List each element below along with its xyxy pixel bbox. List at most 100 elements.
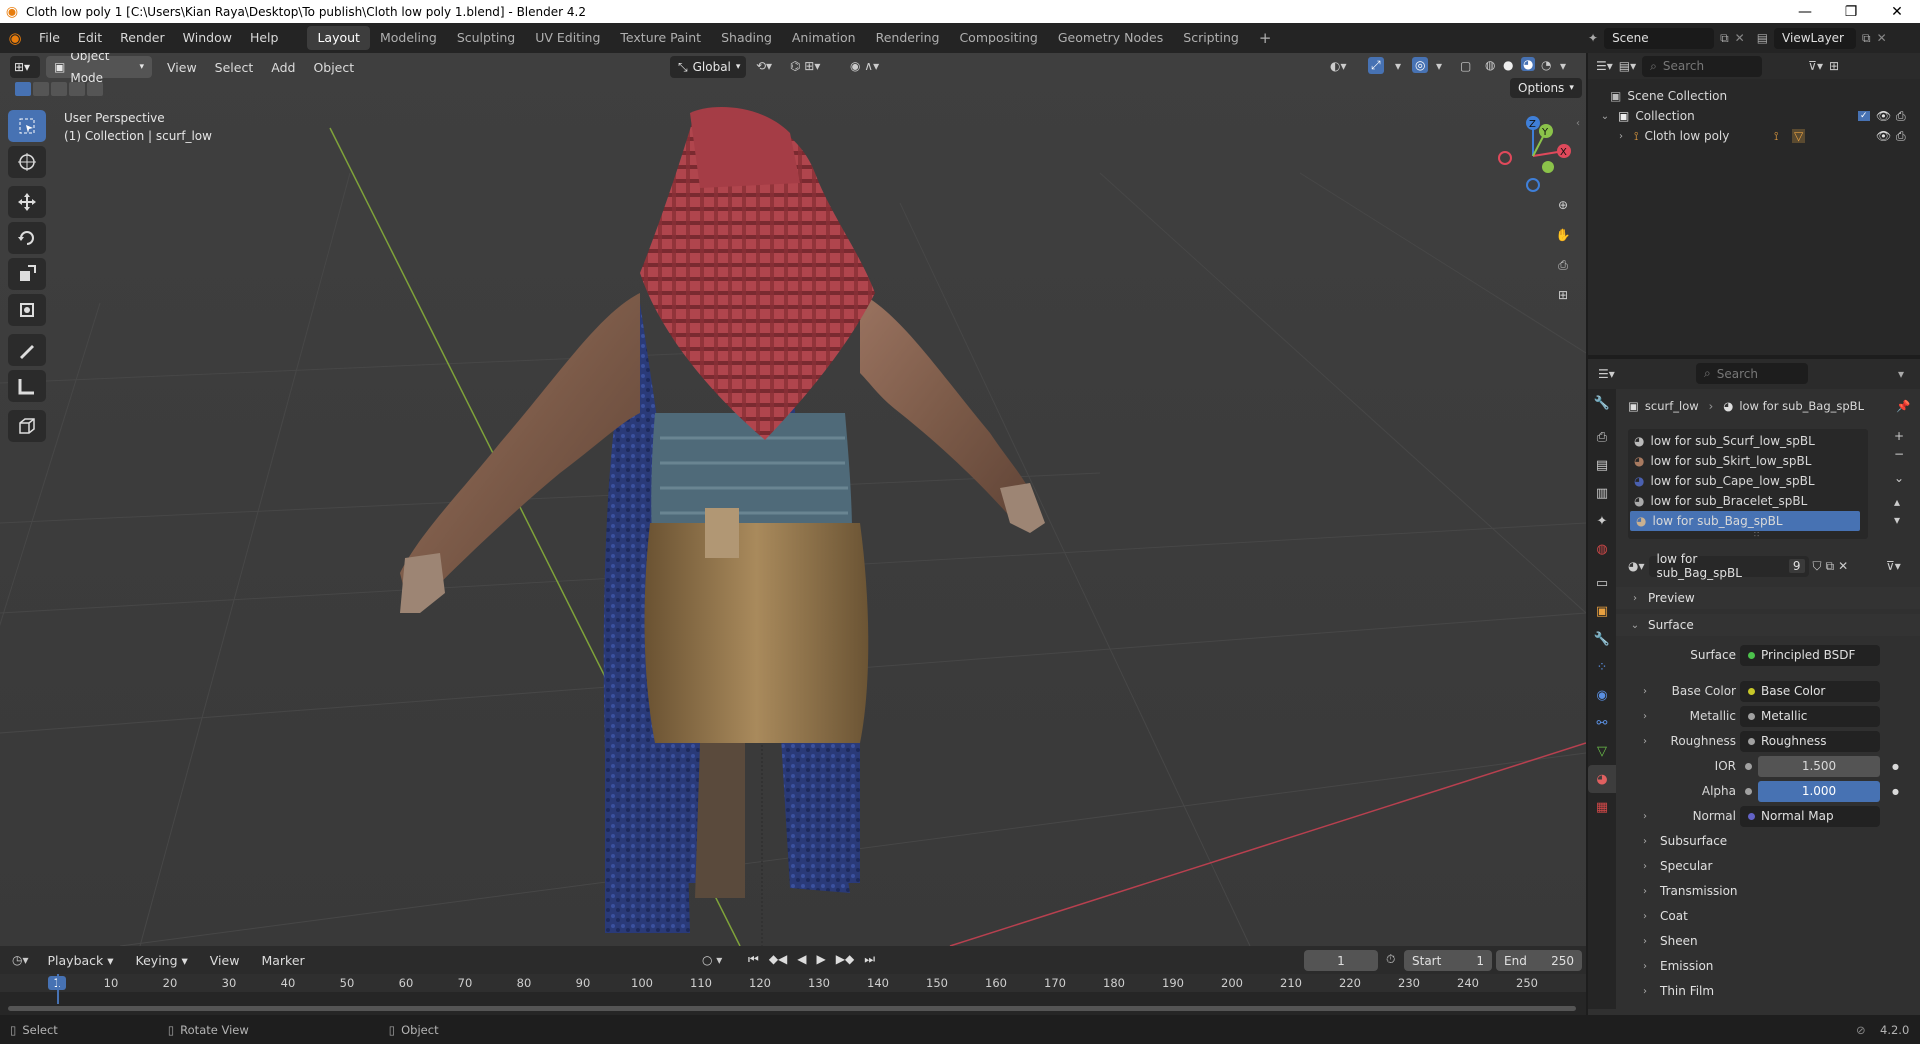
tab-scripting[interactable]: Scripting (1173, 26, 1249, 50)
jump-end-icon[interactable]: ⏭ (864, 952, 875, 967)
play-icon[interactable]: ▶ (817, 952, 826, 967)
chevron-right-icon[interactable]: › (1638, 811, 1652, 822)
tab-animation[interactable]: Animation (782, 26, 866, 50)
keyframe-dot-icon[interactable]: ● (1892, 762, 1899, 771)
tab-shading[interactable]: Shading (711, 26, 782, 50)
annotate-tool-icon[interactable] (8, 334, 46, 366)
cursor-tool-icon[interactable] (8, 146, 46, 178)
material-name-field[interactable]: low for sub_Bag_spBL 9 (1648, 552, 1809, 580)
menu-render[interactable]: Render (111, 26, 174, 50)
current-frame-field[interactable]: 1 (1304, 950, 1378, 971)
thin-film-subpanel[interactable]: › Thin Film (1588, 980, 1920, 1002)
gizmo-toggle-icon[interactable]: ⤢ (1368, 57, 1384, 74)
move-slot-up-icon[interactable]: ▴ (1894, 495, 1904, 509)
material-slot[interactable]: ◕ low for sub_Bracelet_spBL (1628, 491, 1868, 511)
chevron-right-icon[interactable]: › (1638, 711, 1652, 722)
transform-tool-icon[interactable] (8, 294, 46, 326)
keying-menu[interactable]: Keying ▾ (127, 953, 197, 968)
visibility-eye-icon[interactable]: 👁 (1876, 129, 1891, 143)
expand-chevron-icon[interactable]: ⌄ (1598, 111, 1612, 122)
new-viewlayer-icon[interactable]: ⧉ (1862, 31, 1871, 46)
render-tab-icon[interactable]: ⎙ (1588, 423, 1616, 451)
tab-uv-editing[interactable]: UV Editing (525, 26, 610, 50)
preview-panel-header[interactable]: › Preview (1588, 587, 1920, 609)
solid-shading-icon[interactable]: ● (1503, 58, 1513, 72)
options-button[interactable]: Options ▾ (1510, 78, 1582, 98)
fake-user-icon[interactable]: ⛉ (1813, 559, 1822, 574)
timeline-view-menu[interactable]: View (201, 953, 249, 968)
render-camera-icon[interactable]: ⎙ (1896, 109, 1906, 124)
close-button[interactable]: ✕ (1874, 0, 1920, 23)
render-camera-icon[interactable]: ⎙ (1896, 129, 1906, 144)
remove-slot-icon[interactable]: − (1894, 447, 1904, 461)
specular-subpanel[interactable]: › Specular (1588, 855, 1920, 877)
end-frame-field[interactable]: End 250 (1496, 950, 1582, 971)
normal-field[interactable]: Normal Map (1740, 805, 1880, 827)
outliner-editor-icon[interactable]: ☰▾ (1596, 59, 1613, 73)
metallic-field[interactable]: Metallic (1740, 705, 1880, 727)
sheen-subpanel[interactable]: › Sheen (1588, 930, 1920, 952)
properties-editor-icon[interactable]: ☰▾ (1598, 367, 1615, 381)
select-extend-icon[interactable] (33, 82, 49, 96)
tab-compositing[interactable]: Compositing (949, 26, 1047, 50)
move-slot-down-icon[interactable]: ▾ (1894, 513, 1904, 527)
material-slot-selected[interactable]: ◕ low for sub_Bag_spBL (1630, 511, 1860, 531)
duplicate-material-icon[interactable]: ⧉ (1826, 559, 1835, 574)
view-layer-tab-icon[interactable]: ▥ (1588, 479, 1616, 507)
expand-chevron-icon[interactable]: › (1614, 131, 1628, 142)
constraints-tab-icon[interactable]: ⚯ (1588, 709, 1616, 737)
timeline-editor-icon[interactable]: ◷▾ (12, 953, 29, 967)
alpha-slider[interactable]: 1.000 (1758, 780, 1880, 802)
filter-icon[interactable]: ⊽▾ (1808, 59, 1823, 73)
visibility-icon[interactable]: ◐▾ (1330, 59, 1347, 73)
tab-texture-paint[interactable]: Texture Paint (610, 26, 711, 50)
chevron-right-icon[interactable]: › (1638, 686, 1652, 697)
outliner-object[interactable]: › ⟟ Cloth low poly ⟟ ▽ 👁 ⎙ (1588, 125, 1920, 147)
rotate-tool-icon[interactable] (8, 222, 46, 254)
tab-rendering[interactable]: Rendering (866, 26, 950, 50)
select-new-icon[interactable] (15, 82, 31, 96)
collection-tab-icon[interactable]: ▭ (1588, 569, 1616, 597)
output-tab-icon[interactable]: ▤ (1588, 451, 1616, 479)
subsurface-subpanel[interactable]: › Subsurface (1588, 830, 1920, 852)
marker-menu[interactable]: Marker (252, 953, 313, 968)
viewlayer-selector[interactable]: ViewLayer (1774, 27, 1857, 49)
timeline-track[interactable]: 1102030405060708090100110120130140150160… (0, 974, 1586, 1015)
surface-shader-field[interactable]: Principled BSDF (1740, 644, 1880, 666)
properties-search-input[interactable]: ⌕ Search (1696, 363, 1808, 384)
ior-slider[interactable]: 1.500 (1758, 755, 1880, 777)
overlays-dropdown-icon[interactable]: ▾ (1436, 59, 1442, 73)
wireframe-shading-icon[interactable]: ◍ (1485, 58, 1495, 72)
rendered-shading-icon[interactable]: ◔ (1541, 58, 1551, 72)
browse-material-icon[interactable]: ◕▾ (1628, 559, 1645, 573)
mode-selector[interactable]: ▣ Object Mode ▾ (46, 53, 152, 85)
outliner-search-input[interactable]: ⌕ Search (1642, 55, 1763, 77)
scene-selector[interactable]: Scene (1604, 27, 1715, 49)
scale-tool-icon[interactable] (8, 258, 46, 290)
unlink-material-icon[interactable]: ✕ (1838, 559, 1848, 573)
snap-icon[interactable]: ⌬ ⊞▾ (790, 59, 820, 73)
play-reverse-icon[interactable]: ◀ (797, 952, 806, 967)
select-intersect-icon[interactable] (87, 82, 103, 96)
add-slot-icon[interactable]: + (1894, 429, 1904, 443)
exclude-checkbox-icon[interactable]: ✓ (1858, 111, 1870, 121)
menu-edit[interactable]: Edit (69, 26, 111, 50)
camera-view-icon[interactable]: ⎙ (1549, 251, 1577, 279)
menu-view[interactable]: View (158, 60, 206, 75)
list-resize-handle-icon[interactable]: ∷ (1754, 530, 1759, 539)
start-frame-field[interactable]: Start 1 (1404, 950, 1492, 971)
material-slot[interactable]: ◕ low for sub_Scurf_low_spBL (1628, 431, 1868, 451)
overlays-icon[interactable]: ◎ (1412, 57, 1429, 73)
properties-options-icon[interactable]: ▾ (1898, 367, 1904, 381)
xray-icon[interactable]: ▢ (1460, 59, 1471, 73)
display-mode-icon[interactable]: ▤▾ (1619, 59, 1636, 73)
blender-menu-icon[interactable]: ◉ (0, 29, 30, 47)
playhead[interactable] (57, 974, 59, 1004)
tab-geometry-nodes[interactable]: Geometry Nodes (1048, 26, 1173, 50)
surface-panel-header[interactable]: ⌄ Surface (1588, 614, 1920, 636)
material-slot[interactable]: ◕ low for sub_Skirt_low_spBL (1628, 451, 1868, 471)
physics-tab-icon[interactable]: ◉ (1588, 681, 1616, 709)
gizmo-dropdown-icon[interactable]: ▾ (1395, 59, 1401, 73)
add-workspace-icon[interactable]: + (1249, 26, 1282, 50)
visibility-eye-icon[interactable]: 👁 (1876, 109, 1891, 123)
